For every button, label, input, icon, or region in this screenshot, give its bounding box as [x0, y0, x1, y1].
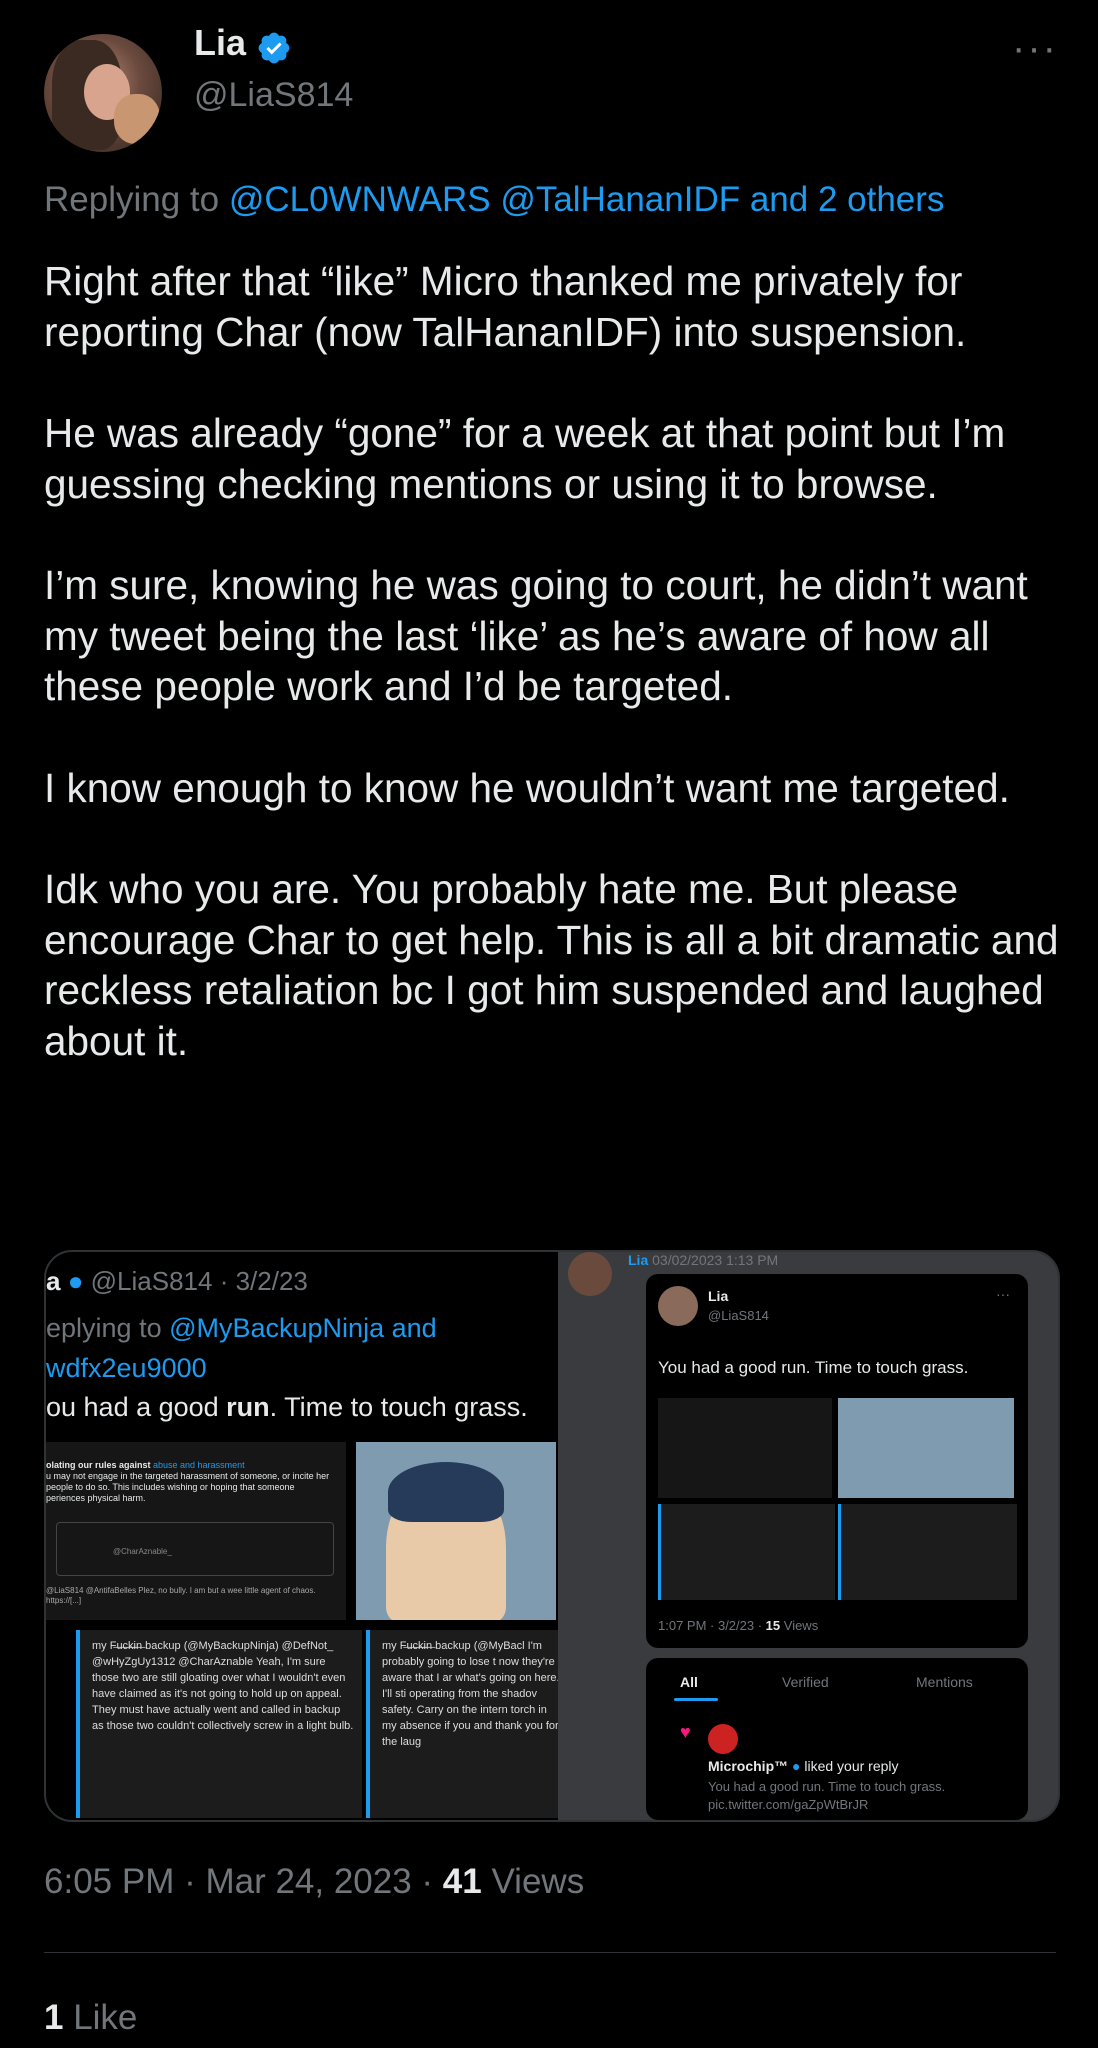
tweet-paragraph: I’m sure, knowing he was going to court,…: [44, 562, 1028, 709]
avatar: [708, 1724, 738, 1754]
avatar[interactable]: [44, 34, 162, 152]
verified-badge-icon: [258, 32, 290, 64]
display-name[interactable]: Lia: [194, 22, 246, 64]
user-handle[interactable]: @LiaS814: [194, 76, 353, 115]
screenshot-right: Lia 03/02/2023 1:13 PM Lia @LiaS814 ··· …: [558, 1252, 1058, 1820]
attached-image[interactable]: a ● @LiaS814 · 3/2/23 eplying to @MyBack…: [44, 1250, 1060, 1822]
reply-context: Replying to @CL0WNWARS @TalHananIDF and …: [44, 180, 944, 220]
meme-image: [356, 1442, 556, 1620]
embedded-reply-panel: my F̶u̶c̶k̶i̶n̶ backup (@MyBackupNinja) …: [76, 1630, 362, 1818]
more-options-icon[interactable]: ···: [1012, 26, 1058, 71]
tweet-text: Right after that “like” Micro thanked me…: [44, 256, 1064, 1117]
tweet-paragraph: I know enough to know he wouldn’t want m…: [44, 764, 1010, 811]
embedded-tweet-text: ou had a good run. Time to touch grass.: [46, 1392, 528, 1422]
embedded-tweet-header: a ● @LiaS814 · 3/2/23: [46, 1266, 308, 1296]
avatar: [568, 1252, 612, 1296]
rule-panel: olating our rules against abuse and hara…: [46, 1442, 346, 1620]
embedded-reply-context: eplying to @MyBackupNinja and wdfx2eu900…: [46, 1313, 437, 1383]
embedded-reply-panel: my F̶u̶c̶k̶i̶n̶ backup (@MyBacl I'm prob…: [366, 1630, 562, 1818]
divider: [44, 1952, 1056, 1953]
reply-mentions-link[interactable]: @CL0WNWARS @TalHananIDF and 2 others: [229, 180, 945, 219]
likes-count[interactable]: 1 Like: [44, 1998, 137, 2038]
avatar: [658, 1286, 698, 1326]
tweet-paragraph: He was already “gone” for a week at that…: [44, 410, 1006, 507]
tweet-timestamp[interactable]: 6:05 PM · Mar 24, 2023 · 41 Views: [44, 1862, 584, 1902]
screenshot-left: a ● @LiaS814 · 3/2/23 eplying to @MyBack…: [46, 1252, 562, 1820]
heart-icon: ♥: [680, 1722, 691, 1742]
tweet-paragraph: Right after that “like” Micro thanked me…: [44, 258, 967, 355]
reply-prefix: Replying to: [44, 180, 220, 219]
message-header: Lia 03/02/2023 1:13 PM: [628, 1252, 779, 1268]
embedded-tweet-card: Lia @LiaS814 ··· You had a good run. Tim…: [646, 1274, 1028, 1648]
notifications-card: All Verified Mentions ♥ Microchip™ ● lik…: [646, 1658, 1028, 1820]
tweet-paragraph: Idk who you are. You probably hate me. B…: [44, 866, 1059, 1064]
